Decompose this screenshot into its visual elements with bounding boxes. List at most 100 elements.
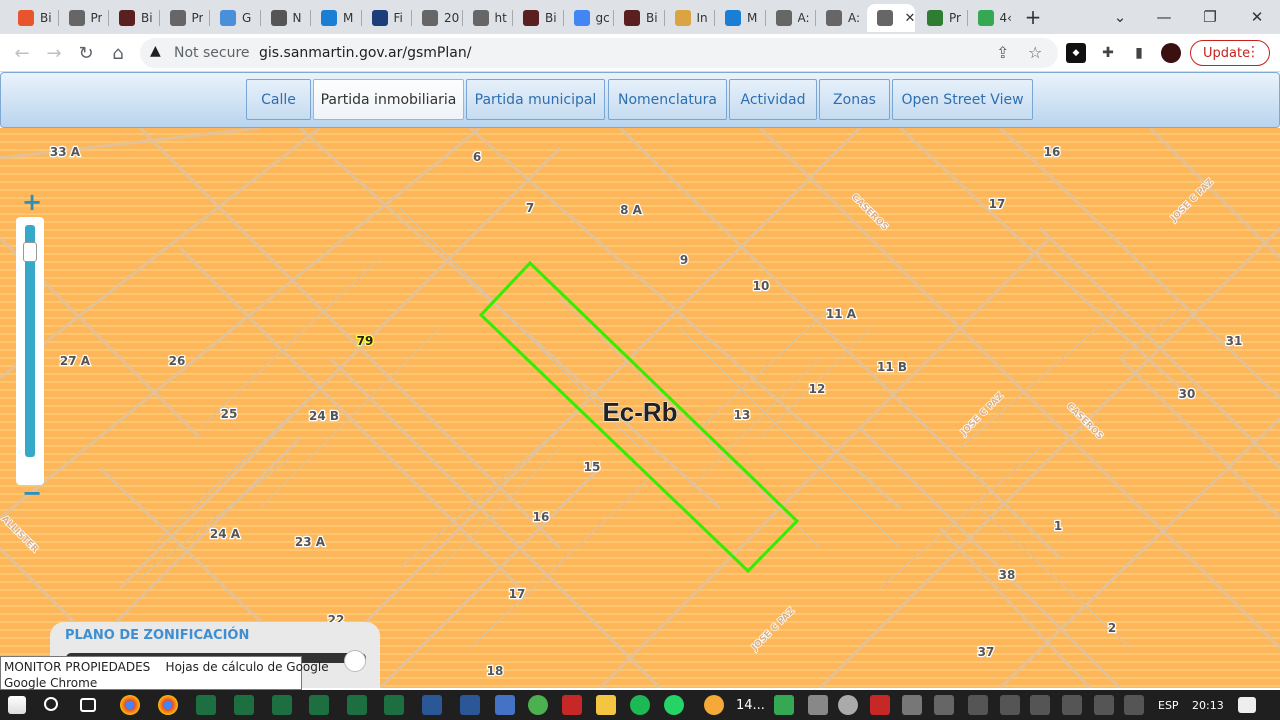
browser-tab[interactable]: 20 xyxy=(412,4,461,32)
home-button[interactable]: ⌂ xyxy=(106,41,130,65)
notifications-icon[interactable] xyxy=(1238,697,1256,713)
forward-button[interactable]: → xyxy=(42,41,66,65)
tab-nomenclatura[interactable]: Nomenclatura xyxy=(608,79,727,120)
tab-calle[interactable]: Calle xyxy=(246,79,311,120)
tray-icon[interactable] xyxy=(838,695,858,715)
tab-favicon-icon xyxy=(775,10,792,26)
browser-tab[interactable]: Pr xyxy=(917,4,966,32)
tab-actividad[interactable]: Actividad xyxy=(729,79,817,120)
browser-tab[interactable]: Pr xyxy=(160,4,209,32)
browser-tab[interactable]: G xyxy=(210,4,259,32)
chrome-icon[interactable] xyxy=(158,695,178,715)
new-tab-button[interactable]: + xyxy=(1010,0,1056,34)
excel-icon[interactable] xyxy=(309,695,329,715)
browser-tab[interactable]: Fi xyxy=(362,4,411,32)
address-bar[interactable]: ▲ Not secure gis.sanmartin.gov.ar/gsmPla… xyxy=(140,38,1058,68)
zoom-in-button[interactable]: + xyxy=(20,190,44,214)
tray-icon[interactable] xyxy=(902,695,922,715)
back-button[interactable]: ← xyxy=(10,41,34,65)
browser-tab[interactable]: ht xyxy=(463,4,512,32)
browser-tab[interactable]: 4‹ xyxy=(968,4,1017,32)
language-indicator[interactable]: ESP xyxy=(1158,699,1179,712)
parcel-number-label: 10 xyxy=(753,279,770,293)
tab-favicon-icon xyxy=(624,10,640,26)
word-icon[interactable] xyxy=(422,695,442,715)
tray-icon[interactable] xyxy=(808,695,828,715)
browser-tab[interactable]: Bi xyxy=(8,4,57,32)
whatsapp-icon[interactable] xyxy=(664,695,684,715)
browser-tab[interactable]: A: xyxy=(766,4,815,32)
tab-partida-inmobiliaria[interactable]: Partida inmobiliaria xyxy=(313,79,464,120)
map-svg[interactable]: 33 A 6 167 8 A 1791011 A317927 A 26 11 B301213… xyxy=(0,128,1280,688)
excel-icon[interactable] xyxy=(196,695,216,715)
tab-partida-municipal[interactable]: Partida municipal xyxy=(466,79,605,120)
volume-icon[interactable] xyxy=(1030,695,1050,715)
side-panel-icon[interactable]: ▮ xyxy=(1129,43,1149,63)
pen-icon[interactable] xyxy=(1094,695,1114,715)
tray-shield-icon[interactable] xyxy=(870,695,890,715)
parcel-number-label: 33 A xyxy=(50,145,81,159)
shield-icon[interactable] xyxy=(562,695,582,715)
zoom-out-button[interactable]: − xyxy=(20,481,44,505)
tab-title: A: xyxy=(797,11,810,25)
tab-search-button[interactable]: ⌄ xyxy=(1097,0,1143,34)
tab-favicon-icon xyxy=(826,10,842,26)
zoom-slider-handle[interactable] xyxy=(23,241,37,262)
search-icon[interactable] xyxy=(44,697,58,711)
close-button[interactable]: ✕ xyxy=(1234,0,1280,34)
extension-icon[interactable]: ◆ xyxy=(1066,43,1086,63)
windows-taskbar: 14... ESP 20:13 xyxy=(0,690,1280,720)
weather-icon[interactable] xyxy=(704,695,724,715)
browser-tab[interactable]: M xyxy=(311,4,360,32)
map-canvas[interactable]: 33 A 6 16 7 8 A 17 9 10 11 A 31 79 27 A 26 11 B 30 12 13… xyxy=(0,128,1280,688)
browser-tab[interactable]: In xyxy=(665,4,714,32)
wifi-icon[interactable] xyxy=(968,695,988,715)
task-view-icon[interactable] xyxy=(80,698,96,712)
weather-temp: 14... xyxy=(736,698,765,713)
excel-icon[interactable] xyxy=(347,695,367,715)
extensions-puzzle-icon[interactable]: ✚ xyxy=(1098,43,1118,63)
word-icon[interactable] xyxy=(460,695,480,715)
excel-icon[interactable] xyxy=(272,695,292,715)
maximize-button[interactable]: ❐ xyxy=(1187,0,1233,34)
tab-title: Fi xyxy=(393,11,403,25)
browser-tab[interactable]: gc xyxy=(564,4,613,32)
profile-avatar[interactable] xyxy=(1161,43,1181,63)
keyboard-icon[interactable] xyxy=(1124,695,1144,715)
reload-button[interactable]: ↻ xyxy=(74,41,98,65)
browser-tab[interactable]: Bi xyxy=(109,4,158,32)
tray-icon[interactable] xyxy=(934,695,954,715)
tab-zonas[interactable]: Zonas xyxy=(819,79,890,120)
app-icon[interactable] xyxy=(528,695,548,715)
calculator-icon[interactable] xyxy=(495,695,515,715)
browser-tab[interactable]: M xyxy=(715,4,764,32)
tray-icon[interactable] xyxy=(1062,695,1082,715)
folder-icon[interactable] xyxy=(596,695,616,715)
chrome-icon[interactable] xyxy=(120,695,140,715)
tab-open-street-view[interactable]: Open Street View xyxy=(892,79,1033,120)
drive-icon[interactable] xyxy=(774,695,794,715)
windows-start-icon[interactable] xyxy=(8,696,26,714)
menu-dots-icon[interactable]: ⋮ xyxy=(1246,44,1260,60)
browser-tab[interactable]: A: xyxy=(816,4,865,32)
excel-icon[interactable] xyxy=(384,695,404,715)
browser-tab[interactable]: ✕ xyxy=(866,4,916,32)
share-icon[interactable]: ⇪ xyxy=(996,43,1009,62)
bookmark-star-icon[interactable]: ☆ xyxy=(1028,43,1042,62)
tab-close-icon[interactable]: ✕ xyxy=(905,11,916,26)
not-secure-icon[interactable]: ▲ xyxy=(150,43,161,59)
browser-tab[interactable]: Bi xyxy=(513,4,562,32)
minimize-button[interactable]: — xyxy=(1141,0,1187,34)
battery-icon[interactable] xyxy=(1000,695,1020,715)
url-text[interactable]: gis.sanmartin.gov.ar/gsmPlan/ xyxy=(259,45,471,61)
parcel-number-label: 24 A xyxy=(210,527,241,541)
not-secure-label[interactable]: Not secure xyxy=(174,45,250,61)
opacity-slider-handle[interactable] xyxy=(344,650,366,672)
browser-tab[interactable]: N xyxy=(261,4,310,32)
spotify-icon[interactable] xyxy=(630,695,650,715)
excel-icon[interactable] xyxy=(234,695,254,715)
browser-tab[interactable]: Pr xyxy=(59,4,108,32)
browser-tab[interactable]: Bi xyxy=(614,4,663,32)
update-button[interactable]: Update ⋮ xyxy=(1190,40,1270,66)
clock[interactable]: 20:13 xyxy=(1192,699,1224,712)
